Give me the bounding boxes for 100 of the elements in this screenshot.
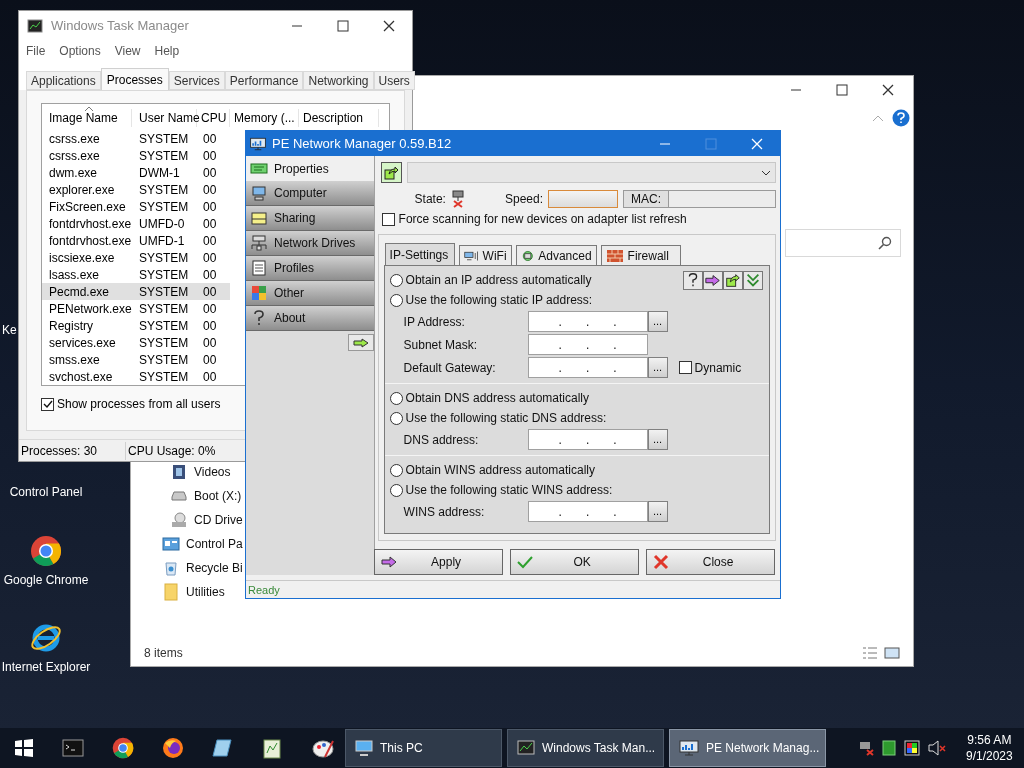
color-grid-icon[interactable] <box>904 740 920 756</box>
tab[interactable]: Services <box>168 71 225 90</box>
sidebar-item[interactable]: Network Drives <box>246 231 374 256</box>
ip-address-field[interactable]: . . . <box>527 429 648 450</box>
search-field[interactable] <box>785 229 901 257</box>
sidebar-item[interactable]: Profiles <box>246 256 374 281</box>
action-button[interactable]: OK <box>509 549 639 575</box>
tab[interactable]: Networking <box>303 71 374 90</box>
process-row[interactable]: smss.exe SYSTEM 00 <box>42 351 230 368</box>
speaker-muted-icon[interactable] <box>928 740 946 756</box>
process-row[interactable]: lsass.exe SYSTEM 00 <box>42 266 230 283</box>
status-text: Processes: 30 <box>19 441 126 460</box>
process-row[interactable]: svchost.exe SYSTEM 00 <box>42 368 230 385</box>
arrow-button[interactable] <box>347 334 374 351</box>
radio-button[interactable] <box>389 463 403 477</box>
nav-item[interactable]: Videos <box>162 460 231 484</box>
browse-button[interactable]: ... <box>647 357 668 378</box>
column-header[interactable]: Description <box>299 109 379 127</box>
table-cell-text: SYSTEM <box>138 300 190 318</box>
help-icon[interactable] <box>683 270 703 290</box>
export-icon[interactable] <box>723 270 743 290</box>
nav-item[interactable]: Recycle Bi <box>162 556 243 580</box>
action-button[interactable]: Close <box>645 549 775 575</box>
expand-icon[interactable] <box>743 270 763 290</box>
menu-item[interactable]: Options <box>59 42 101 60</box>
checkbox[interactable] <box>41 397 54 411</box>
ip-address-field[interactable]: . . . <box>527 334 648 355</box>
nav-item[interactable]: Utilities <box>162 580 225 604</box>
desktop-icon-label[interactable]: Internet Explorer <box>1 658 91 676</box>
sidebar-item[interactable]: Computer <box>246 181 374 206</box>
field-label: State: <box>414 191 446 208</box>
notepad-icon[interactable] <box>262 737 284 759</box>
process-row[interactable]: Pecmd.exe SYSTEM 00 <box>42 283 230 300</box>
process-row[interactable]: fontdrvhost.exe UMFD-0 00 <box>42 215 230 232</box>
windows-start-icon[interactable] <box>14 738 34 758</box>
taskbar-button[interactable]: Windows Task Man... <box>507 729 664 767</box>
tab[interactable]: IP-Settings <box>384 243 455 265</box>
taskbar-button[interactable]: This PC <box>345 729 502 767</box>
browse-button[interactable]: ... <box>647 429 668 450</box>
tab[interactable]: WiFi <box>458 245 512 265</box>
tab[interactable]: Users <box>373 71 415 90</box>
clock[interactable]: 9:56 AM 9/1/2023 <box>966 732 1013 764</box>
tab[interactable]: Firewall <box>600 245 681 265</box>
palette-icon[interactable] <box>311 737 335 759</box>
tab[interactable]: Advanced <box>515 245 597 265</box>
checkbox[interactable] <box>678 361 692 374</box>
sidebar-item[interactable]: Properties <box>246 156 374 181</box>
radio-button[interactable] <box>389 293 403 307</box>
process-row[interactable]: services.exe SYSTEM 00 <box>42 334 230 351</box>
radio-button[interactable] <box>389 483 403 497</box>
process-row[interactable]: PENetwork.exe SYSTEM 00 <box>42 300 230 317</box>
radio-button[interactable] <box>389 273 403 287</box>
browse-button[interactable]: ... <box>647 501 668 522</box>
menu-item[interactable]: Help <box>154 42 180 60</box>
process-row[interactable]: iscsiexe.exe SYSTEM 00 <box>42 249 230 266</box>
ip-dot: . <box>558 431 562 449</box>
ip-address-field[interactable]: . . . <box>527 311 648 332</box>
folder-icon <box>251 211 267 225</box>
process-row[interactable]: Registry SYSTEM 00 <box>42 317 230 334</box>
process-row[interactable]: fontdrvhost.exe UMFD-1 00 <box>42 232 230 249</box>
radio-button[interactable] <box>389 391 403 405</box>
column-header[interactable]: User Name <box>132 109 197 127</box>
firefox-icon[interactable] <box>162 737 184 759</box>
taskbar-button[interactable]: PE Network Manag... <box>669 729 826 767</box>
column-header[interactable]: Memory (... <box>230 109 299 127</box>
desktop-icon-label[interactable]: Control Panel <box>9 483 83 501</box>
process-row[interactable]: FixScreen.exe SYSTEM 00 <box>42 198 230 215</box>
desktop-icon-label[interactable]: Ke <box>2 321 17 339</box>
process-row[interactable]: explorer.exe SYSTEM 00 <box>42 181 230 198</box>
desktop-icon-label[interactable]: Google Chrome <box>3 571 89 589</box>
ip-address-field[interactable]: . . . <box>527 357 648 378</box>
process-row[interactable]: csrss.exe SYSTEM 00 <box>42 130 230 147</box>
process-row[interactable]: dwm.exe DWM-1 00 <box>42 164 230 181</box>
table-cell-text: csrss.exe <box>48 147 101 165</box>
chrome-icon[interactable] <box>112 737 134 759</box>
process-row[interactable]: csrss.exe SYSTEM 00 <box>42 147 230 164</box>
refresh-button[interactable] <box>380 162 402 183</box>
tab[interactable]: Applications <box>26 71 101 90</box>
menu-item[interactable]: File <box>26 42 46 60</box>
sidebar-item[interactable]: About <box>246 306 374 331</box>
tab[interactable]: Processes <box>100 68 169 90</box>
checkbox[interactable] <box>381 212 395 226</box>
network-disconnected-icon[interactable] <box>858 740 874 756</box>
action-button[interactable]: Apply <box>373 549 503 575</box>
nav-item[interactable]: Boot (X:) <box>162 484 242 508</box>
radio-button[interactable] <box>389 411 403 425</box>
sidebar-item[interactable]: Other <box>246 281 374 306</box>
nav-item[interactable]: CD Drive <box>162 508 243 532</box>
sidebar-item[interactable]: Sharing <box>246 206 374 231</box>
nav-item[interactable]: Control Pa <box>162 532 243 556</box>
arrow-right-icon[interactable] <box>703 270 723 290</box>
tab[interactable]: Performance <box>224 71 304 90</box>
help-icon[interactable] <box>892 109 910 127</box>
ip-address-field[interactable]: . . . <box>527 501 648 522</box>
field-label: Speed: <box>504 191 543 208</box>
menu-item[interactable]: View <box>114 42 141 60</box>
browse-button[interactable]: ... <box>647 311 668 332</box>
terminal-icon[interactable] <box>62 739 84 757</box>
column-header[interactable]: Image Name <box>42 109 132 127</box>
table-cell-text: 00 <box>202 351 218 369</box>
